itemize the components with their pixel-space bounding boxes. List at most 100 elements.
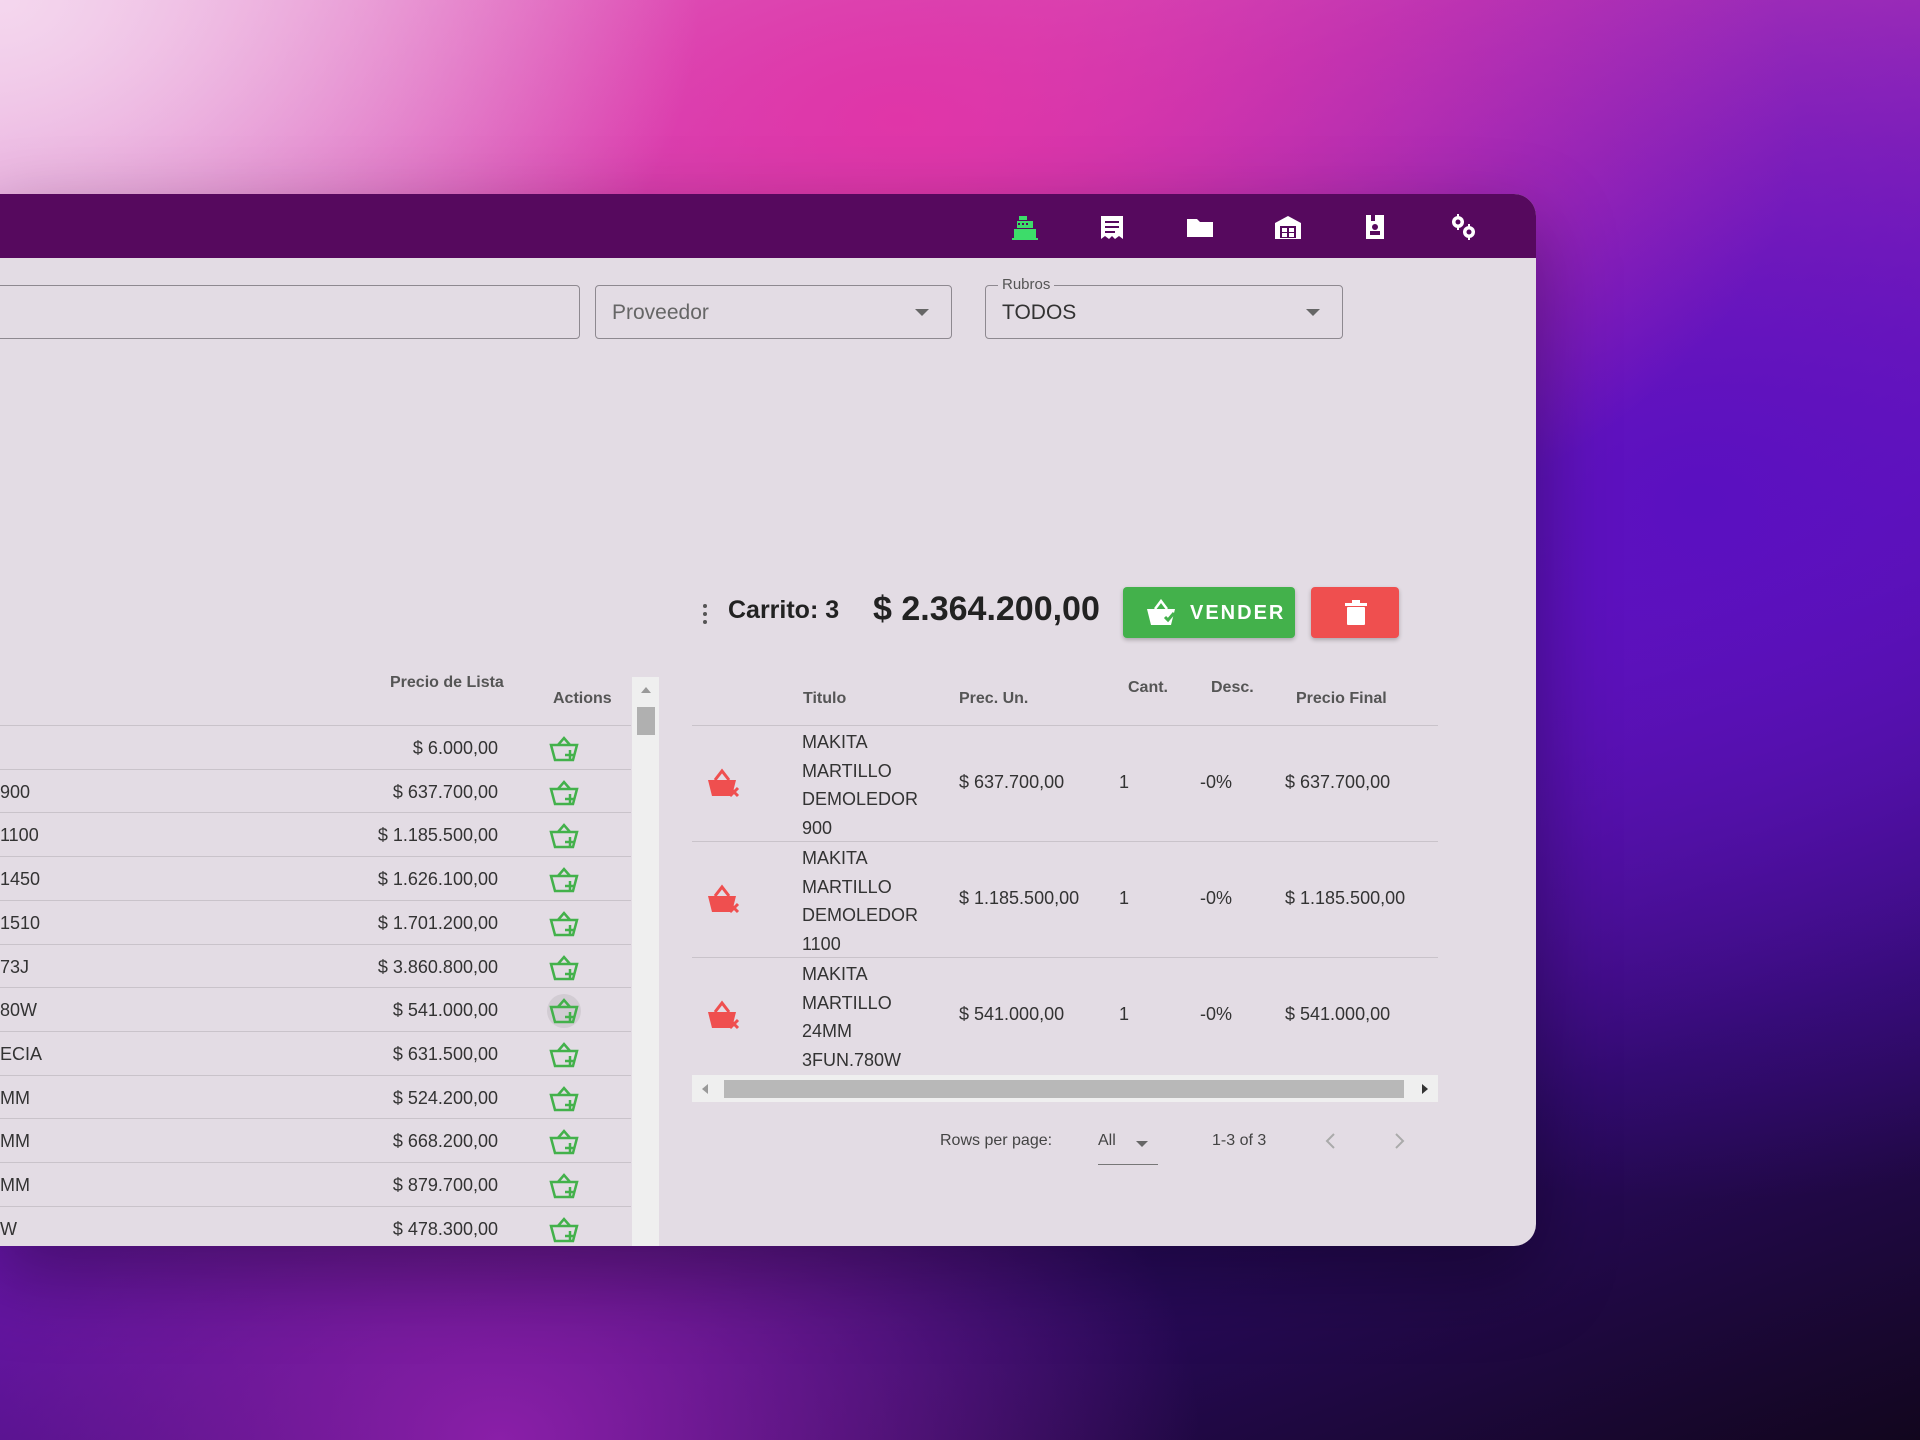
add-to-cart-icon[interactable] [547, 994, 581, 1029]
rubros-value: TODOS [1002, 301, 1077, 324]
product-name: 1100 [0, 825, 39, 846]
add-to-cart-icon[interactable] [547, 819, 581, 853]
add-to-cart-icon[interactable] [547, 1213, 581, 1246]
scroll-left-icon[interactable] [702, 1084, 708, 1094]
cart-horizontal-scrollbar[interactable] [692, 1075, 1438, 1102]
cart-item-final-price: $ 541.000,00 [1285, 1004, 1391, 1024]
product-price: $ 524.200,00 [392, 1087, 498, 1108]
scroll-right-icon[interactable] [1422, 1084, 1428, 1094]
proveedor-select[interactable]: Proveedor [595, 285, 952, 339]
previous-page-button[interactable] [1321, 1131, 1341, 1151]
product-name: W [0, 1218, 17, 1239]
product-row[interactable]: 1510 $ 1.701.200,00 [0, 899, 631, 944]
folder-icon[interactable] [1185, 212, 1215, 242]
cart-item-unit-price: $ 541.000,00 [959, 1004, 1065, 1024]
column-header-price[interactable]: Precio de Lista [390, 674, 504, 692]
column-header-discount[interactable]: Desc. [1211, 679, 1254, 697]
cart-item-quantity: 1 [1119, 1004, 1130, 1024]
chevron-left-icon [1325, 1133, 1335, 1149]
add-to-cart-icon[interactable] [547, 1082, 581, 1116]
rubros-select[interactable]: Rubros TODOS [985, 276, 1343, 339]
product-name: 900 [0, 781, 31, 802]
product-price: $ 1.626.100,00 [377, 869, 498, 890]
basket-check-icon [1147, 599, 1176, 625]
product-row[interactable]: MM $ 668.200,00 [0, 1118, 631, 1162]
cart-item-title: MAKITA MARTILLO DEMOLEDOR 900 [802, 732, 919, 838]
rows-per-page-value: All [1098, 1132, 1116, 1149]
rows-per-page-label: Rows per page: [940, 1132, 1053, 1149]
product-row[interactable]: ECIA $ 631.500,00 [0, 1030, 631, 1075]
product-price: $ 637.700,00 [392, 781, 498, 802]
product-price: $ 6.000,00 [412, 738, 498, 758]
product-name: ECIA [0, 1043, 43, 1064]
product-name: 73J [0, 956, 30, 977]
product-name: 1510 [0, 912, 41, 933]
trash-icon [1345, 600, 1367, 625]
settings-gears-icon[interactable] [1448, 212, 1478, 242]
chevron-right-icon [1395, 1133, 1405, 1149]
product-price: $ 3.860.800,00 [377, 956, 498, 977]
cart-item-quantity: 1 [1119, 772, 1130, 792]
chevron-down-icon [1136, 1141, 1148, 1147]
product-name: MM [0, 1131, 30, 1152]
cart-row: MAKITA MARTILLO DEMOLEDOR 1100 $ 1.185.50… [692, 841, 1438, 957]
product-row[interactable]: MM $ 524.200,00 [0, 1074, 631, 1119]
column-header-unit-price[interactable]: Prec. Un. [959, 690, 1028, 708]
cart-row: MAKITA MARTILLO 24MM 3FUN.780W $ 541.000,… [692, 957, 1438, 1073]
cart-item-title: MAKITA MARTILLO 24MM 3FUN.780W [802, 964, 902, 1070]
product-row[interactable]: 1450 $ 1.626.100,00 [0, 856, 631, 900]
add-to-cart-icon[interactable] [547, 907, 581, 941]
scrollbar-thumb[interactable] [724, 1080, 1404, 1098]
product-row[interactable]: MM $ 879.700,00 [0, 1162, 631, 1206]
product-row[interactable]: 73J $ 3.860.800,00 [0, 943, 631, 988]
next-page-button[interactable] [1389, 1131, 1409, 1151]
scrollbar-thumb[interactable] [637, 707, 655, 735]
cash-register-icon[interactable] [1010, 212, 1040, 242]
cart-total: $ 2.364.200,00 [873, 590, 1100, 628]
product-name: 80W [0, 1000, 38, 1021]
column-header-final-price[interactable]: Precio Final [1296, 690, 1387, 708]
receipt-icon[interactable] [1097, 212, 1127, 242]
cart-count: Carrito: 3 [728, 596, 840, 624]
cart-item-final-price: $ 637.700,00 [1285, 772, 1391, 792]
product-row[interactable]: 900 $ 637.700,00 [0, 768, 631, 813]
scroll-up-icon[interactable] [641, 687, 651, 693]
proveedor-placeholder: Proveedor [612, 301, 709, 324]
product-row[interactable]: 80W $ 541.000,00 [0, 987, 631, 1031]
add-to-cart-icon[interactable] [547, 732, 581, 766]
rubros-label: Rubros [998, 276, 1055, 293]
clear-cart-button[interactable] [1311, 587, 1399, 638]
pagination-range: 1-3 of 3 [1212, 1132, 1267, 1149]
product-row[interactable]: 1100 $ 1.185.500,00 [0, 812, 631, 856]
sell-button[interactable]: VENDER [1123, 587, 1295, 638]
products-scrollbar[interactable] [632, 677, 659, 1246]
add-to-cart-icon[interactable] [547, 951, 581, 985]
column-header-qty[interactable]: Cant. [1128, 679, 1168, 697]
app-bar [0, 194, 1536, 258]
cart-item-unit-price: $ 637.700,00 [959, 772, 1065, 792]
add-to-cart-icon[interactable] [547, 1125, 581, 1159]
remove-from-cart-icon[interactable] [706, 768, 742, 800]
product-price: $ 541.000,00 [392, 1000, 498, 1021]
search-input[interactable] [0, 285, 580, 339]
warehouse-icon[interactable] [1273, 212, 1303, 242]
product-row[interactable]: W $ 478.300,00 [0, 1205, 631, 1246]
product-name: MM [0, 1175, 30, 1195]
column-header-actions: Actions [553, 690, 612, 707]
add-to-cart-icon[interactable] [547, 1169, 581, 1203]
add-to-cart-icon[interactable] [547, 863, 581, 897]
column-header-title[interactable]: Titulo [803, 690, 846, 708]
product-price: $ 879.700,00 [392, 1175, 498, 1195]
cart-item-discount: -0% [1200, 772, 1233, 792]
chevron-down-icon [1306, 309, 1320, 316]
add-to-cart-icon[interactable] [547, 776, 581, 810]
more-options-icon[interactable] [702, 602, 708, 628]
remove-from-cart-icon[interactable] [706, 884, 742, 916]
add-to-cart-icon[interactable] [547, 1038, 581, 1072]
rows-per-page-select[interactable]: All [1098, 1121, 1158, 1165]
app-window: Proveedor Rubros TODOS Carrito: 3 $ 2.36… [0, 194, 1536, 1246]
contacts-book-icon[interactable] [1360, 212, 1390, 242]
product-row[interactable]: $ 6.000,00 [0, 725, 631, 769]
remove-from-cart-icon[interactable] [706, 1000, 742, 1032]
cart-item-discount: -0% [1200, 888, 1233, 908]
